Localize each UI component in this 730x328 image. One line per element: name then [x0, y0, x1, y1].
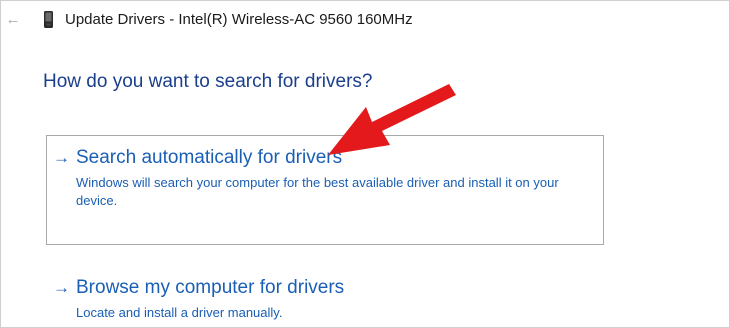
title-bar: ← Update Drivers - Intel(R) Wireless-AC …	[1, 1, 729, 41]
update-drivers-window: ← Update Drivers - Intel(R) Wireless-AC …	[0, 0, 730, 328]
option-description: Windows will search your computer for th…	[76, 175, 559, 208]
option-description: Locate and install a driver manually.	[76, 305, 283, 320]
page-heading: How do you want to search for drivers?	[43, 71, 373, 92]
window-title: Update Drivers - Intel(R) Wireless-AC 95…	[65, 11, 413, 28]
option-title[interactable]: Search automatically for drivers	[76, 147, 342, 169]
right-arrow-icon: →	[53, 278, 70, 297]
device-icon	[44, 11, 53, 28]
option-title[interactable]: Browse my computer for drivers	[76, 277, 344, 299]
right-arrow-icon: →	[53, 148, 70, 167]
back-arrow-icon[interactable]: ←	[4, 10, 22, 28]
